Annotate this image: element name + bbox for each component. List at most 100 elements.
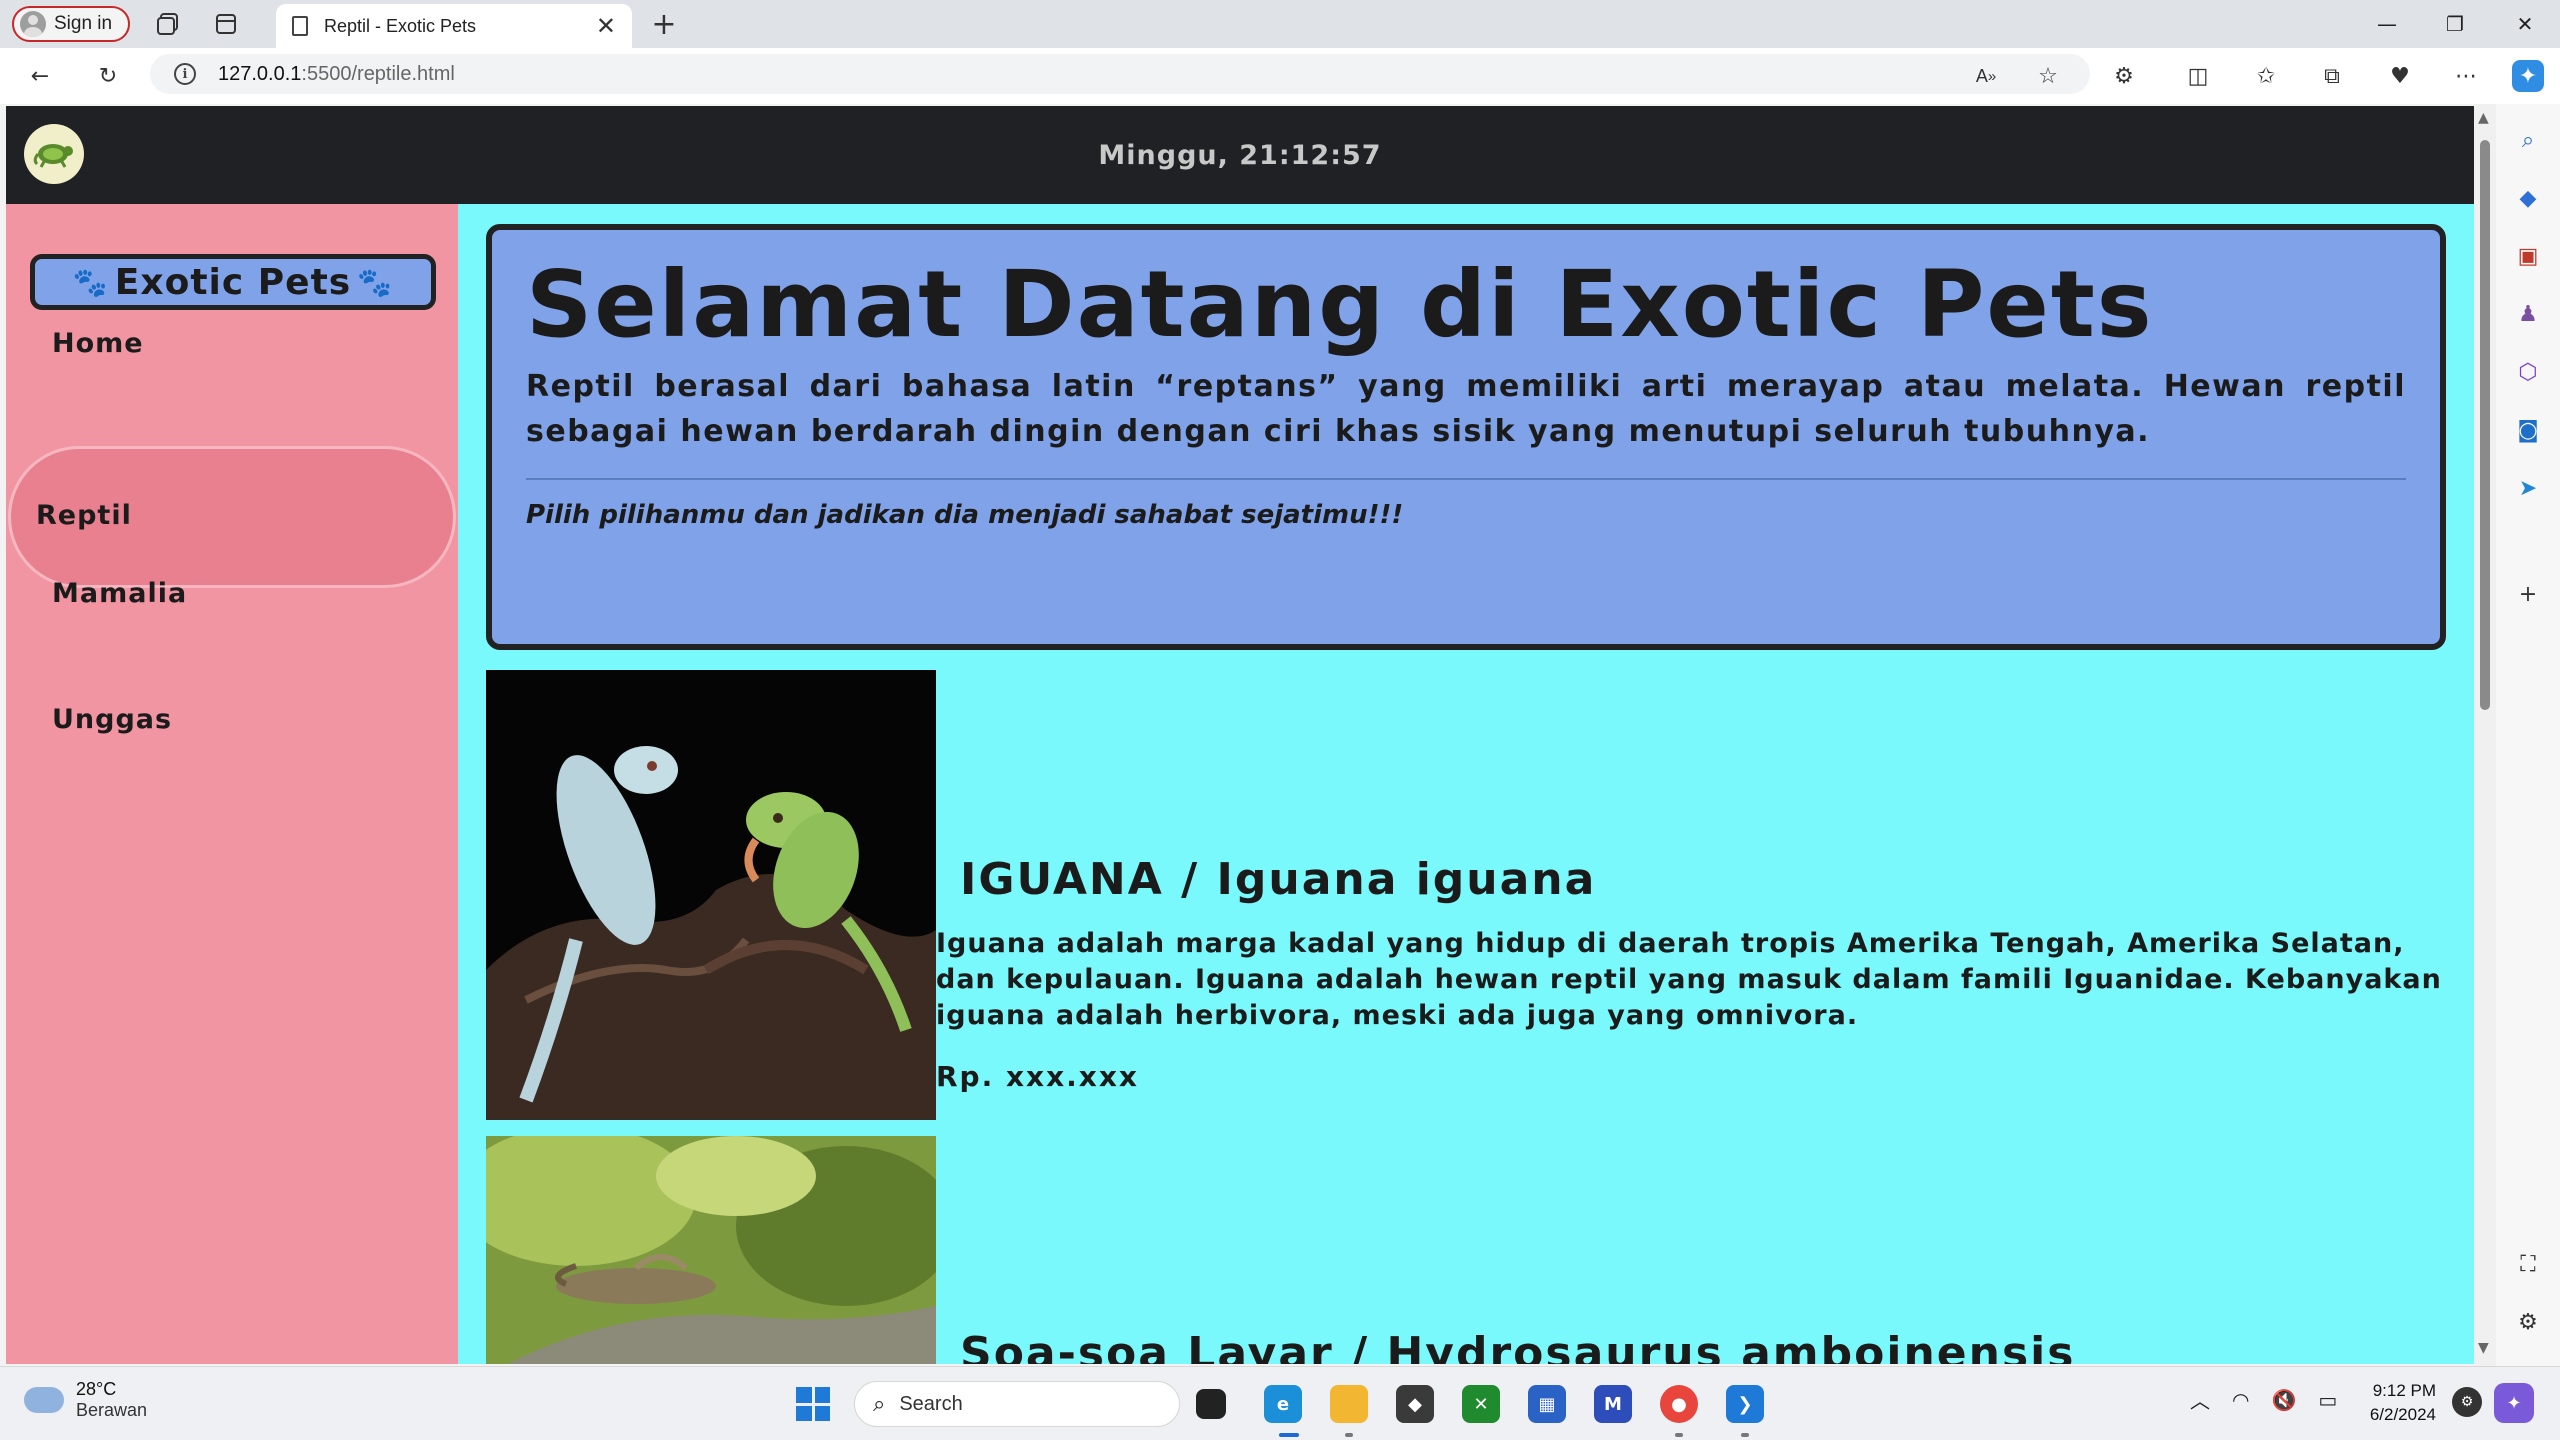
soa-soa-name: Soa-soa Layar / Hydrosaurus amboinensis — [960, 1328, 2076, 1364]
sign-in-button[interactable]: Sign in — [12, 6, 130, 42]
microsoft-store-icon[interactable]: ▦ — [1528, 1385, 1566, 1423]
brand-box: 🐾 Exotic Pets 🐾 — [30, 254, 436, 310]
refresh-icon[interactable]: ↻ — [92, 60, 124, 92]
show-hidden-icons-icon[interactable]: ︿ — [2190, 1385, 2210, 1414]
battery-icon[interactable]: ▭ — [2318, 1388, 2337, 1412]
browser-tab-bar: Sign in Reptil - Exotic Pets ✕ + — ❐ ✕ — [0, 0, 2560, 48]
taskbar-date: 6/2/2024 — [2369, 1405, 2436, 1424]
explorer-running-indicator — [1345, 1433, 1353, 1437]
split-screen-icon[interactable]: ◫ — [2182, 60, 2214, 92]
taskbar-clock[interactable]: 9:12 PM 6/2/2024 — [2350, 1379, 2436, 1427]
send-icon[interactable]: ➤ — [2512, 472, 2544, 504]
brand-title: Exotic Pets — [114, 261, 352, 303]
paw-icon: 🐾 — [357, 265, 394, 299]
tab-actions-icon[interactable] — [210, 8, 242, 40]
search-icon: ⌕ — [873, 1391, 886, 1417]
visual-studio-icon[interactable]: M — [1594, 1385, 1632, 1423]
iguana-name: IGUANA / Iguana iguana — [960, 854, 1597, 905]
outlook-icon[interactable]: ◙ — [2512, 414, 2544, 446]
system-tray: ︿ ◠ 🔇 ▭ — [2190, 1385, 2337, 1414]
vscode-running-indicator — [1741, 1433, 1749, 1437]
nav-home[interactable]: Home — [52, 328, 144, 359]
iguana-description: Iguana adalah marga kadal yang hidup di … — [936, 928, 2442, 1031]
nav-unggas[interactable]: Unggas — [52, 704, 172, 735]
iguana-image — [486, 670, 936, 1120]
divider — [526, 478, 2406, 481]
welcome-heading: Selamat Datang di Exotic Pets — [526, 251, 2154, 358]
welcome-tagline: Pilih pilihanmu dan jadikan dia menjadi … — [526, 500, 1404, 531]
new-tab-icon[interactable]: + — [648, 7, 680, 42]
minimize-icon[interactable]: — — [2352, 0, 2422, 48]
windows-taskbar: 28°C Berawan ⌕ Search e ◆ ✕ ▦ M ● ❯ ︿ ◠ … — [0, 1366, 2560, 1440]
games-icon[interactable]: ♟ — [2512, 298, 2544, 330]
soa-soa-image — [486, 1136, 936, 1364]
weather-temp: 28°C — [76, 1379, 117, 1399]
page-scrollbar[interactable]: ▲ ▼ — [2474, 104, 2496, 1366]
chrome-running-indicator — [1675, 1433, 1683, 1437]
web-page: Minggu, 21:12:57 🐾 Exotic Pets 🐾 Home Re… — [6, 106, 2474, 1364]
iguana-price: Rp. xxx.xxx — [936, 1060, 1139, 1093]
restore-icon[interactable]: ❐ — [2420, 0, 2490, 48]
extensions-icon[interactable]: ⚙ — [2108, 60, 2140, 92]
back-icon[interactable]: ← — [24, 60, 56, 92]
favorite-star-icon[interactable]: ☆ — [2032, 60, 2064, 92]
microsoft-365-icon[interactable]: ⬡ — [2512, 356, 2544, 388]
notification-icon[interactable]: ⚙ — [2452, 1387, 2482, 1417]
volume-muted-icon[interactable]: 🔇 — [2271, 1388, 2296, 1412]
copilot-taskbar-icon[interactable]: ✦ — [2494, 1383, 2534, 1423]
shopping-tag-icon[interactable]: ◆ — [2512, 182, 2544, 214]
welcome-intro: Reptil berasal dari bahasa latin “reptan… — [526, 369, 2406, 450]
start-button[interactable] — [796, 1387, 830, 1421]
site-info-icon[interactable]: i — [174, 63, 196, 85]
search-icon[interactable]: ⌕ — [2512, 124, 2544, 156]
close-window-icon[interactable]: ✕ — [2490, 0, 2560, 48]
nav-mamalia[interactable]: Mamalia — [52, 578, 187, 609]
taskbar-search[interactable]: ⌕ Search — [854, 1381, 1180, 1427]
site-header: Minggu, 21:12:57 — [6, 106, 2474, 204]
cloud-icon — [24, 1387, 64, 1413]
sign-in-label: Sign in — [54, 13, 113, 34]
unity-hub-icon[interactable]: ◆ — [1396, 1385, 1434, 1423]
copilot-icon[interactable]: ✦ — [2512, 60, 2544, 92]
more-menu-icon[interactable]: ⋯ — [2450, 60, 2482, 92]
welcome-card: Selamat Datang di Exotic Pets Reptil ber… — [486, 224, 2446, 650]
screenshot-icon[interactable]: ⛶ — [2512, 1248, 2544, 1280]
chrome-icon[interactable]: ● — [1660, 1385, 1698, 1423]
workspaces-icon[interactable] — [152, 8, 184, 40]
task-view-icon[interactable] — [1196, 1389, 1226, 1419]
tools-icon[interactable]: ▣ — [2512, 240, 2544, 272]
weather-widget[interactable]: 28°C Berawan — [24, 1379, 147, 1421]
settings-gear-icon[interactable]: ⚙ — [2512, 1306, 2544, 1338]
search-label: Search — [899, 1392, 963, 1415]
vscode-icon[interactable]: ❯ — [1726, 1385, 1764, 1423]
url-host: 127.0.0.1 — [218, 62, 302, 85]
scroll-down-icon[interactable]: ▼ — [2478, 1340, 2489, 1356]
tab-title: Reptil - Exotic Pets — [324, 15, 477, 36]
collections-icon[interactable]: ⧉ — [2316, 60, 2348, 92]
url-path: :5500/reptile.html — [301, 62, 455, 85]
edge-sidebar: ⌕ ◆ ▣ ♟ ⬡ ◙ ➤ + ⛶ ⚙ — [2496, 104, 2560, 1366]
active-tab[interactable]: Reptil - Exotic Pets ✕ — [276, 4, 632, 48]
page-icon — [292, 16, 308, 36]
file-explorer-icon[interactable] — [1330, 1385, 1368, 1423]
profile-avatar-icon — [20, 11, 46, 37]
paw-icon: 🐾 — [72, 265, 109, 299]
day-clock: Minggu, 21:12:57 — [1098, 139, 1382, 171]
taskbar-time: 9:12 PM — [2372, 1381, 2436, 1400]
edge-active-indicator — [1279, 1433, 1299, 1437]
read-aloud-icon[interactable]: A» — [1970, 60, 2002, 92]
browser-essentials-icon[interactable]: ♥ — [2384, 60, 2416, 92]
favorites-icon[interactable]: ✩ — [2250, 60, 2282, 92]
add-panel-icon[interactable]: + — [2512, 578, 2544, 610]
weather-condition: Berawan — [76, 1400, 148, 1420]
url-field[interactable]: i 127.0.0.1:5500/reptile.html — [150, 54, 2090, 94]
xbox-icon[interactable]: ✕ — [1462, 1385, 1500, 1423]
nav-reptil[interactable]: Reptil — [36, 500, 132, 531]
wifi-icon[interactable]: ◠ — [2232, 1388, 2249, 1412]
scrollbar-thumb[interactable] — [2480, 140, 2490, 710]
sidebar: 🐾 Exotic Pets 🐾 Home Reptil Mamalia Ungg… — [6, 204, 458, 1364]
scroll-up-icon[interactable]: ▲ — [2478, 110, 2489, 126]
address-bar-row: ← ↻ i 127.0.0.1:5500/reptile.html A» ☆ ⚙… — [0, 48, 2560, 104]
close-tab-icon[interactable]: ✕ — [596, 12, 616, 40]
edge-app-icon[interactable]: e — [1264, 1385, 1302, 1423]
